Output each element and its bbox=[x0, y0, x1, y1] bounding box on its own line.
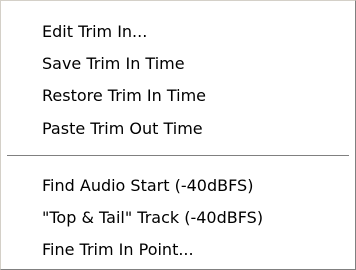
menu-item-top-and-tail-track[interactable]: "Top & Tail" Track (-40dBFS) bbox=[2, 203, 354, 233]
menu-item-paste-trim-out-time[interactable]: Paste Trim Out Time bbox=[2, 114, 354, 144]
menu-item-edit-trim-in[interactable]: Edit Trim In... bbox=[2, 17, 354, 47]
menu-item-find-audio-start[interactable]: Find Audio Start (-40dBFS) bbox=[2, 171, 354, 201]
menu-item-restore-trim-in-time[interactable]: Restore Trim In Time bbox=[2, 81, 354, 111]
menu-separator bbox=[7, 155, 349, 157]
menu-item-save-trim-in-time[interactable]: Save Trim In Time bbox=[2, 49, 354, 79]
menu-item-fine-trim-in-point[interactable]: Fine Trim In Point... bbox=[2, 235, 354, 265]
context-menu: Edit Trim In... Save Trim In Time Restor… bbox=[0, 0, 356, 270]
